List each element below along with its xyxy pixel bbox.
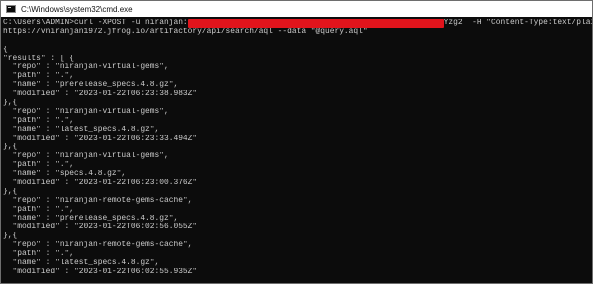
output-line: "name" : "latest_specs.4.8.gz", xyxy=(3,125,160,134)
console-output[interactable]: C:\Users\ADMIN>curl -XPOST -u niranjan: Y… xyxy=(1,17,592,283)
command-line-continuation: https://vniranjan1972.jfrog.io/artifacto… xyxy=(3,27,368,36)
command-suffix: Yzg2 -H "Content-Type:text/plain" xyxy=(443,19,592,27)
output-line: "name" : "latest_specs.4.8.gz", xyxy=(3,259,160,268)
output-line: "path" : ".", xyxy=(3,161,75,170)
output-line: "repo" : "niranjan-virtual-gems", xyxy=(3,63,169,72)
output-line: "name" : "specs.4.8.gz", xyxy=(3,170,127,179)
output-line: "path" : ".", xyxy=(3,250,75,259)
output-line: },{ xyxy=(3,232,18,241)
window-title: C:\Windows\system32\cmd.exe xyxy=(21,4,133,14)
output-line: "name" : "prerelease_specs.4.8.gz", xyxy=(3,81,179,90)
output-line: "modified" : "2023-01-22T06:23:33.494Z" xyxy=(3,134,198,143)
output-line: },{ xyxy=(3,99,18,108)
output-line: "path" : ".", xyxy=(3,72,75,81)
output-line: "results" : [ { xyxy=(3,54,75,63)
redacted-credentials xyxy=(187,19,444,28)
output-line: },{ xyxy=(3,187,18,196)
output-line: "modified" : "2023-01-22T06:02:56.055Z" xyxy=(3,223,198,232)
title-bar[interactable]: C:\Windows\system32\cmd.exe xyxy=(1,1,592,17)
output-line: },{ xyxy=(3,143,18,152)
command-prefix: C:\Users\ADMIN>curl -XPOST -u niranjan: xyxy=(3,19,188,27)
output-line: "name" : "prerelease_specs.4.8.gz", xyxy=(3,214,179,223)
output-line: "repo" : "niranjan-remote-gems-cache", xyxy=(3,241,193,250)
output-line: "path" : ".", xyxy=(3,116,75,125)
output-line: "repo" : "niranjan-virtual-gems", xyxy=(3,152,169,161)
cmd-window: C:\Windows\system32\cmd.exe C:\Users\ADM… xyxy=(0,0,593,284)
output-line: "modified" : "2023-01-22T06:02:55.935Z" xyxy=(3,267,198,276)
output-line: { xyxy=(3,45,8,54)
json-output: {"results" : [ { "repo" : "niranjan-virt… xyxy=(3,37,592,277)
output-line: "repo" : "niranjan-remote-gems-cache", xyxy=(3,196,193,205)
output-line: "modified" : "2023-01-22T06:23:38.983Z" xyxy=(3,90,198,99)
output-line: "modified" : "2023-01-22T06:23:00.376Z" xyxy=(3,179,198,188)
output-line: "path" : ".", xyxy=(3,205,75,214)
cmd-icon xyxy=(6,5,16,13)
command-line: C:\Users\ADMIN>curl -XPOST -u niranjan: Y… xyxy=(3,19,592,28)
output-line: "repo" : "niranjan-virtual-gems", xyxy=(3,107,169,116)
